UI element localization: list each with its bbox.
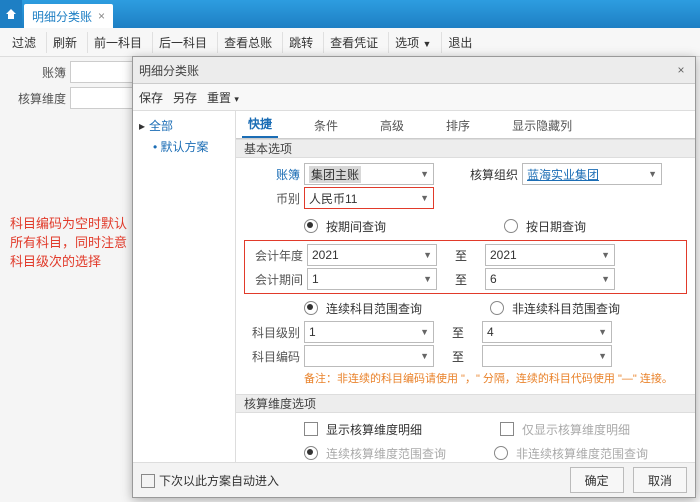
dialog-close-icon[interactable]: × bbox=[673, 62, 689, 78]
tb-refresh[interactable]: 刷新 bbox=[46, 32, 83, 53]
radio-dim-cont bbox=[304, 446, 318, 460]
radio-by-period[interactable] bbox=[304, 219, 318, 233]
period-label: 会计期间 bbox=[247, 271, 303, 288]
tb-jump[interactable]: 跳转 bbox=[282, 32, 319, 53]
tab-sort[interactable]: 排序 bbox=[440, 113, 476, 138]
tab-detail-ledger[interactable]: 明细分类账 × bbox=[24, 4, 113, 28]
tab-quick[interactable]: 快捷 bbox=[242, 111, 278, 138]
chevron-down-icon: ▼ bbox=[648, 169, 657, 179]
year-label: 会计年度 bbox=[247, 247, 303, 264]
tb-view-gl[interactable]: 查看总账 bbox=[217, 32, 278, 53]
chk-dim-only-detail bbox=[500, 422, 514, 436]
chevron-down-icon: ▼ bbox=[420, 193, 429, 203]
plan-all[interactable]: ▸全部 bbox=[139, 117, 229, 134]
section-dim: 核算维度选项 bbox=[236, 394, 695, 413]
tab-condition[interactable]: 条件 bbox=[308, 113, 344, 138]
chevron-down-icon: ▼ bbox=[422, 39, 431, 49]
radio-noncontinuous-range[interactable] bbox=[490, 301, 504, 315]
tb-next-subject[interactable]: 后一科目 bbox=[152, 32, 213, 53]
chk-next-auto[interactable] bbox=[141, 474, 155, 488]
tb-view-voucher[interactable]: 查看凭证 bbox=[323, 32, 384, 53]
level-label: 科目级别 bbox=[244, 324, 300, 341]
dialog-toolbar: 保存 另存 重置 ▾ bbox=[133, 84, 695, 111]
tab-label: 明细分类账 bbox=[32, 8, 92, 25]
level-from-combo[interactable]: 1▼ bbox=[304, 321, 434, 343]
tb-saveas[interactable]: 另存 bbox=[173, 89, 197, 106]
tb-save[interactable]: 保存 bbox=[139, 89, 163, 106]
home-icon[interactable] bbox=[0, 0, 22, 28]
period-to-combo[interactable]: 6▼ bbox=[485, 268, 615, 290]
plan-default[interactable]: • 默认方案 bbox=[139, 138, 229, 155]
chevron-down-icon: ▾ bbox=[234, 94, 239, 104]
tb-prev-subject[interactable]: 前一科目 bbox=[87, 32, 148, 53]
dialog-title: 明细分类账 bbox=[139, 62, 199, 79]
code-note: 备注：非连续的科目编码请使用 "，" 分隔，连续的科目代码使用 "—" 连接。 bbox=[244, 368, 687, 390]
dialog-header: 明细分类账 × bbox=[133, 57, 695, 84]
radio-dim-noncont bbox=[494, 446, 508, 460]
period-from-combo[interactable]: 1▼ bbox=[307, 268, 437, 290]
org-combo[interactable]: 蓝海实业集团▼ bbox=[522, 163, 662, 185]
tb-exit[interactable]: 退出 bbox=[441, 32, 478, 53]
tab-columns[interactable]: 显示隐藏列 bbox=[506, 113, 578, 138]
plan-list: ▸全部 • 默认方案 bbox=[133, 111, 236, 462]
close-icon[interactable]: × bbox=[98, 9, 105, 23]
chk-dim-detail[interactable] bbox=[304, 422, 318, 436]
book-label: 账簿 bbox=[244, 166, 300, 183]
top-tab-bar: 明细分类账 × bbox=[0, 0, 700, 28]
code-label: 科目编码 bbox=[244, 348, 300, 365]
org-label: 核算组织 bbox=[458, 166, 518, 183]
code-from-combo[interactable]: ▼ bbox=[304, 345, 434, 367]
section-basic: 基本选项 bbox=[236, 139, 695, 158]
tb-filter[interactable]: 过滤 bbox=[6, 32, 42, 53]
radio-continuous-range[interactable] bbox=[304, 301, 318, 315]
code-to-combo[interactable]: ▼ bbox=[482, 345, 612, 367]
level-to-combo[interactable]: 4▼ bbox=[482, 321, 612, 343]
filter-book-label: 账簿 bbox=[6, 64, 66, 81]
dialog-tabs: 快捷 条件 高级 排序 显示隐藏列 bbox=[236, 111, 695, 139]
filter-dialog: 明细分类账 × 保存 另存 重置 ▾ ▸全部 • 默认方案 快捷 条件 高级 排… bbox=[132, 56, 696, 498]
tb-options[interactable]: 选项 ▼ bbox=[388, 32, 437, 53]
radio-by-date[interactable] bbox=[504, 219, 518, 233]
currency-combo[interactable]: 人民币11▼ bbox=[304, 187, 434, 209]
tab-advanced[interactable]: 高级 bbox=[374, 113, 410, 138]
year-from-combo[interactable]: 2021▼ bbox=[307, 244, 437, 266]
annotation-text: 科目编码为空时默认所有科目，同时注意科目级次的选择 bbox=[10, 213, 128, 270]
filter-dim-label: 核算维度 bbox=[6, 90, 66, 107]
currency-label: 币别 bbox=[244, 190, 300, 207]
chevron-down-icon: ▼ bbox=[420, 169, 429, 179]
tb-reset[interactable]: 重置 ▾ bbox=[207, 89, 239, 106]
dialog-footer: 下次以此方案自动进入 确定 取消 bbox=[133, 462, 695, 497]
cancel-button[interactable]: 取消 bbox=[633, 467, 687, 493]
ok-button[interactable]: 确定 bbox=[570, 467, 624, 493]
year-to-combo[interactable]: 2021▼ bbox=[485, 244, 615, 266]
main-toolbar: 过滤 刷新 前一科目 后一科目 查看总账 跳转 查看凭证 选项 ▼ 退出 bbox=[0, 28, 700, 57]
book-combo[interactable]: 集团主账▼ bbox=[304, 163, 434, 185]
